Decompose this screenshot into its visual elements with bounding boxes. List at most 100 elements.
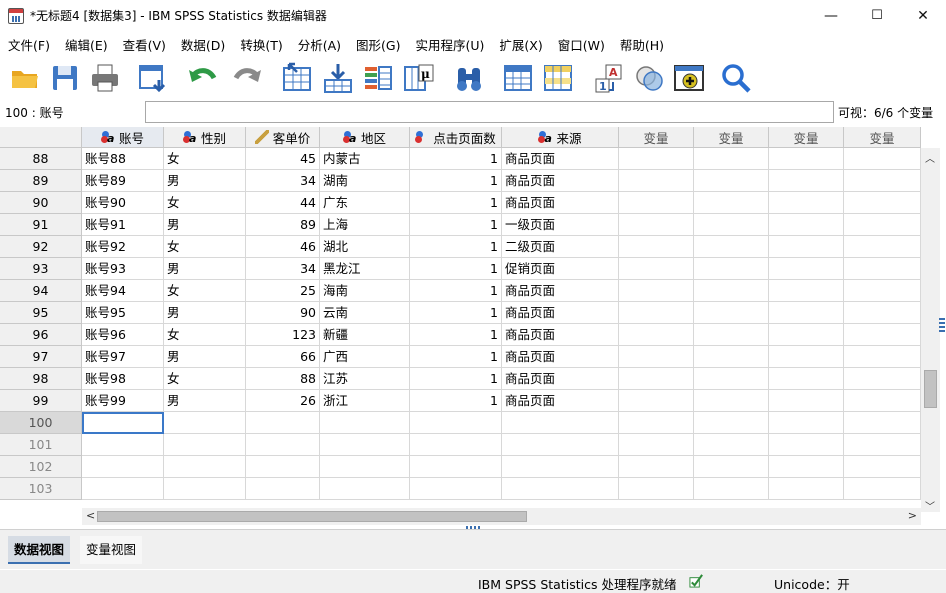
- tab-data-view[interactable]: 数据视图: [8, 536, 71, 564]
- cell-page-clicks[interactable]: 1: [410, 390, 502, 412]
- cell-empty[interactable]: [769, 192, 844, 214]
- search-icon[interactable]: [720, 62, 752, 94]
- cell-page-clicks[interactable]: 1: [410, 280, 502, 302]
- cell-gender[interactable]: 女: [164, 368, 246, 390]
- cell-region[interactable]: 湖南: [320, 170, 410, 192]
- cell-account[interactable]: 账号92: [82, 236, 164, 258]
- cell-source[interactable]: 商品页面: [502, 192, 619, 214]
- row-number[interactable]: 88: [0, 148, 82, 170]
- cell-empty[interactable]: [619, 258, 694, 280]
- row-number[interactable]: 92: [0, 236, 82, 258]
- cell-account[interactable]: 账号96: [82, 324, 164, 346]
- cell-unit-price[interactable]: [246, 478, 320, 500]
- column-header-unit-price[interactable]: 客单价: [246, 127, 320, 148]
- scroll-left-icon[interactable]: <: [86, 509, 95, 522]
- undo-icon[interactable]: [187, 62, 219, 94]
- cell-account[interactable]: [82, 478, 164, 500]
- row-number[interactable]: 100: [0, 412, 82, 434]
- menu-view[interactable]: 查看(V): [115, 35, 173, 54]
- cell-empty[interactable]: [619, 390, 694, 412]
- cell-empty[interactable]: [694, 192, 769, 214]
- cell-source[interactable]: 二级页面: [502, 236, 619, 258]
- cell-page-clicks[interactable]: 1: [410, 258, 502, 280]
- column-header-empty-var[interactable]: 变量: [769, 127, 844, 148]
- cell-empty[interactable]: [769, 390, 844, 412]
- cell-empty[interactable]: [694, 390, 769, 412]
- cell-empty[interactable]: [844, 192, 921, 214]
- column-header-gender[interactable]: a 性别: [164, 127, 246, 148]
- cell-page-clicks[interactable]: [410, 456, 502, 478]
- cell-region[interactable]: 江苏: [320, 368, 410, 390]
- horizontal-scrollbar[interactable]: < >: [82, 508, 921, 525]
- cell-unit-price[interactable]: 89: [246, 214, 320, 236]
- cell-empty[interactable]: [844, 324, 921, 346]
- cell-source[interactable]: 商品页面: [502, 280, 619, 302]
- cell-page-clicks[interactable]: 1: [410, 170, 502, 192]
- cell-account[interactable]: 账号91: [82, 214, 164, 236]
- row-number[interactable]: 99: [0, 390, 82, 412]
- cell-page-clicks[interactable]: 1: [410, 236, 502, 258]
- cell-account[interactable]: 账号90: [82, 192, 164, 214]
- cell-empty[interactable]: [619, 302, 694, 324]
- horizontal-scroll-thumb[interactable]: [97, 511, 527, 522]
- goto-variable-icon[interactable]: [322, 62, 354, 94]
- recall-dialog-icon[interactable]: [137, 62, 169, 94]
- cell-empty[interactable]: [619, 236, 694, 258]
- cell-gender[interactable]: [164, 412, 246, 434]
- open-folder-icon[interactable]: [9, 62, 41, 94]
- cell-empty[interactable]: [844, 236, 921, 258]
- column-header-account[interactable]: a 账号: [82, 127, 164, 148]
- column-header-empty-var[interactable]: 变量: [694, 127, 769, 148]
- column-header-empty-var[interactable]: 变量: [619, 127, 694, 148]
- cell-empty[interactable]: [769, 478, 844, 500]
- cell-empty[interactable]: [844, 478, 921, 500]
- cell-page-clicks[interactable]: 1: [410, 148, 502, 170]
- cell-empty[interactable]: [694, 236, 769, 258]
- row-number[interactable]: 96: [0, 324, 82, 346]
- cell-empty[interactable]: [619, 148, 694, 170]
- cell-empty[interactable]: [769, 324, 844, 346]
- vertical-scrollbar[interactable]: ︿ ﹀: [921, 148, 940, 513]
- redo-icon[interactable]: [231, 62, 263, 94]
- insert-variable-icon[interactable]: [542, 62, 574, 94]
- cell-source[interactable]: [502, 456, 619, 478]
- cell-region[interactable]: [320, 456, 410, 478]
- cell-empty[interactable]: [619, 280, 694, 302]
- cell-empty[interactable]: [619, 214, 694, 236]
- cell-empty[interactable]: [619, 456, 694, 478]
- menu-transform[interactable]: 转换(T): [232, 35, 289, 54]
- cell-empty[interactable]: [694, 214, 769, 236]
- cell-page-clicks[interactable]: 1: [410, 346, 502, 368]
- cell-source[interactable]: 商品页面: [502, 390, 619, 412]
- cell-empty[interactable]: [844, 170, 921, 192]
- cell-unit-price[interactable]: 45: [246, 148, 320, 170]
- cell-gender[interactable]: 男: [164, 170, 246, 192]
- tab-variable-view[interactable]: 变量视图: [80, 536, 143, 564]
- row-number[interactable]: 95: [0, 302, 82, 324]
- save-icon[interactable]: [49, 62, 81, 94]
- cell-source[interactable]: 商品页面: [502, 346, 619, 368]
- cell-gender[interactable]: 男: [164, 258, 246, 280]
- vertical-scroll-thumb[interactable]: [924, 370, 937, 408]
- cell-unit-price[interactable]: [246, 434, 320, 456]
- row-number[interactable]: 94: [0, 280, 82, 302]
- cell-page-clicks[interactable]: 1: [410, 302, 502, 324]
- column-header-empty-var[interactable]: 变量: [844, 127, 921, 148]
- cell-region[interactable]: 内蒙古: [320, 148, 410, 170]
- cell-empty[interactable]: [619, 324, 694, 346]
- scroll-up-icon[interactable]: ︿: [925, 150, 935, 165]
- cell-source[interactable]: 商品页面: [502, 368, 619, 390]
- menu-edit[interactable]: 编辑(E): [57, 35, 115, 54]
- cell-empty[interactable]: [769, 214, 844, 236]
- cell-account[interactable]: 账号88: [82, 148, 164, 170]
- menu-window[interactable]: 窗口(W): [550, 35, 612, 54]
- cell-source[interactable]: 商品页面: [502, 170, 619, 192]
- cell-empty[interactable]: [844, 280, 921, 302]
- cell-page-clicks[interactable]: 1: [410, 324, 502, 346]
- cell-page-clicks[interactable]: [410, 434, 502, 456]
- cell-page-clicks[interactable]: [410, 412, 502, 434]
- cell-source[interactable]: 商品页面: [502, 148, 619, 170]
- menu-utilities[interactable]: 实用程序(U): [407, 35, 491, 54]
- menu-extensions[interactable]: 扩展(X): [491, 35, 549, 54]
- cell-page-clicks[interactable]: 1: [410, 214, 502, 236]
